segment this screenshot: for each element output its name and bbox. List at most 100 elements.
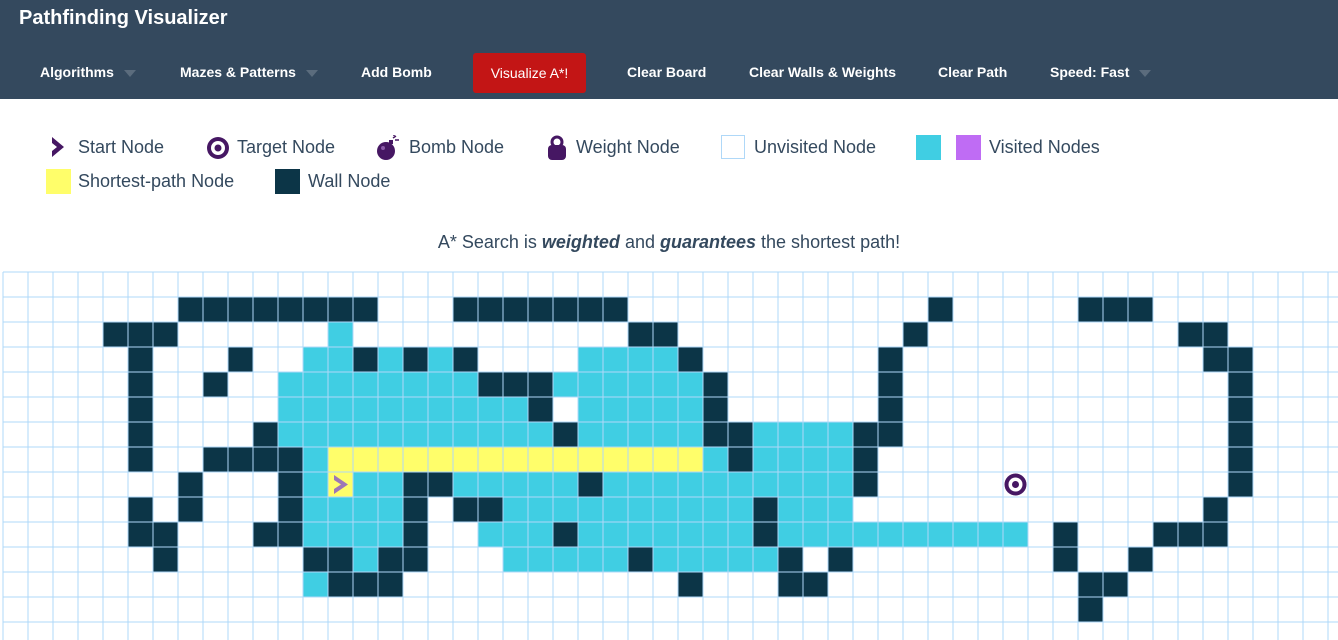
visited-node[interactable] (427, 346, 454, 373)
visited-node[interactable] (577, 396, 604, 423)
visited-node[interactable] (302, 371, 329, 398)
visited-node[interactable] (477, 471, 504, 498)
wall-node[interactable] (503, 297, 528, 322)
visited-node[interactable] (602, 521, 629, 548)
wall-node[interactable] (128, 372, 153, 397)
visited-node[interactable] (527, 421, 554, 448)
visited-node[interactable] (352, 421, 379, 448)
wall-node[interactable] (678, 572, 703, 597)
wall-node[interactable] (403, 497, 428, 522)
visited-node[interactable] (802, 521, 829, 548)
shortest-path-node[interactable] (603, 447, 628, 472)
wall-node[interactable] (603, 297, 628, 322)
visited-node[interactable] (852, 521, 879, 548)
visited-node[interactable] (427, 371, 454, 398)
visited-node[interactable] (702, 446, 729, 473)
wall-node[interactable] (278, 447, 303, 472)
wall-node[interactable] (278, 297, 303, 322)
visited-node[interactable] (1002, 521, 1029, 548)
visited-node[interactable] (352, 496, 379, 523)
wall-node[interactable] (1203, 347, 1228, 372)
visited-node[interactable] (502, 496, 529, 523)
wall-node[interactable] (128, 522, 153, 547)
visited-node[interactable] (802, 421, 829, 448)
visited-node[interactable] (902, 521, 929, 548)
visited-node[interactable] (677, 546, 704, 573)
wall-node[interactable] (303, 547, 328, 572)
visited-node[interactable] (377, 396, 404, 423)
visited-node[interactable] (302, 571, 329, 598)
wall-node[interactable] (478, 497, 503, 522)
wall-node[interactable] (228, 347, 253, 372)
visited-node[interactable] (377, 471, 404, 498)
visited-node[interactable] (327, 496, 354, 523)
visited-node[interactable] (602, 421, 629, 448)
visited-node[interactable] (652, 521, 679, 548)
visited-node[interactable] (327, 321, 354, 348)
shortest-path-node[interactable] (328, 447, 353, 472)
visited-node[interactable] (577, 496, 604, 523)
wall-node[interactable] (228, 447, 253, 472)
visited-node[interactable] (677, 496, 704, 523)
wall-node[interactable] (153, 522, 178, 547)
visited-node[interactable] (602, 546, 629, 573)
shortest-path-node[interactable] (578, 447, 603, 472)
visited-node[interactable] (802, 496, 829, 523)
wall-node[interactable] (1103, 572, 1128, 597)
visited-node[interactable] (827, 421, 854, 448)
shortest-path-node[interactable] (403, 447, 428, 472)
wall-node[interactable] (1203, 497, 1228, 522)
wall-node[interactable] (1103, 297, 1128, 322)
visited-node[interactable] (277, 421, 304, 448)
wall-node[interactable] (778, 572, 803, 597)
visited-node[interactable] (802, 446, 829, 473)
visited-node[interactable] (452, 471, 479, 498)
shortest-path-node[interactable] (478, 447, 503, 472)
wall-node[interactable] (703, 422, 728, 447)
visited-node[interactable] (302, 396, 329, 423)
wall-node[interactable] (678, 347, 703, 372)
visited-node[interactable] (727, 521, 754, 548)
wall-node[interactable] (278, 522, 303, 547)
wall-node[interactable] (1178, 322, 1203, 347)
wall-node[interactable] (328, 572, 353, 597)
visited-node[interactable] (577, 521, 604, 548)
wall-node[interactable] (128, 397, 153, 422)
visited-node[interactable] (752, 446, 779, 473)
wall-node[interactable] (503, 372, 528, 397)
wall-node[interactable] (403, 347, 428, 372)
wall-node[interactable] (1228, 372, 1253, 397)
wall-node[interactable] (1078, 572, 1103, 597)
wall-node[interactable] (878, 397, 903, 422)
shortest-path-node[interactable] (353, 447, 378, 472)
wall-node[interactable] (403, 472, 428, 497)
visited-node[interactable] (327, 421, 354, 448)
visited-node[interactable] (577, 346, 604, 373)
wall-node[interactable] (1228, 347, 1253, 372)
wall-node[interactable] (878, 372, 903, 397)
visited-node[interactable] (652, 471, 679, 498)
visited-node[interactable] (302, 421, 329, 448)
target-node-icon[interactable] (1004, 473, 1027, 496)
visited-node[interactable] (577, 421, 604, 448)
wall-node[interactable] (103, 322, 128, 347)
visited-node[interactable] (927, 521, 954, 548)
visited-node[interactable] (552, 546, 579, 573)
visited-node[interactable] (952, 521, 979, 548)
visited-node[interactable] (502, 471, 529, 498)
wall-node[interactable] (228, 297, 253, 322)
shortest-path-node[interactable] (628, 447, 653, 472)
shortest-path-node[interactable] (428, 447, 453, 472)
visited-node[interactable] (402, 396, 429, 423)
visited-node[interactable] (977, 521, 1004, 548)
visited-node[interactable] (302, 496, 329, 523)
wall-node[interactable] (828, 547, 853, 572)
wall-node[interactable] (1203, 522, 1228, 547)
wall-node[interactable] (128, 447, 153, 472)
shortest-path-node[interactable] (453, 447, 478, 472)
visited-node[interactable] (827, 471, 854, 498)
wall-node[interactable] (1228, 447, 1253, 472)
visited-node[interactable] (627, 471, 654, 498)
wall-node[interactable] (453, 297, 478, 322)
wall-node[interactable] (453, 347, 478, 372)
